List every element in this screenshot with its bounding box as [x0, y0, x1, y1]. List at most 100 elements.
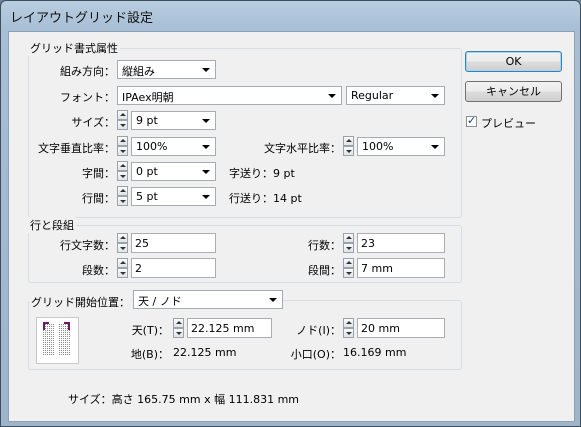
horizontal-ratio-spinner[interactable] [343, 136, 354, 156]
grid-attributes-label: グリッド書式属性 [28, 40, 120, 56]
chars-per-line-value: 25 [135, 237, 149, 250]
chevron-down-icon [202, 68, 210, 72]
lines-spinner[interactable] [343, 233, 354, 253]
char-pitch-info: 字送り：9 pt [229, 167, 295, 180]
top-value: 22.125 mm [191, 322, 255, 335]
chevron-down-icon [431, 145, 439, 149]
spin-up-icon[interactable] [343, 233, 354, 243]
columns-label: 段数： [82, 264, 115, 277]
font-value: IPAex明朝 [122, 91, 174, 104]
grid-start-value: 天 / ノド [138, 295, 182, 308]
chevron-down-icon [202, 119, 210, 123]
spin-down-icon[interactable] [117, 196, 128, 206]
font-select[interactable]: IPAex明朝 [117, 86, 342, 105]
font-style-select[interactable]: Regular [346, 86, 445, 105]
size-spinner[interactable] [117, 110, 128, 130]
font-label: フォント： [60, 91, 115, 104]
chevron-down-icon [328, 94, 336, 98]
spin-up-icon[interactable] [117, 161, 128, 171]
top-input[interactable]: 22.125 mm [187, 318, 272, 338]
spin-up-icon[interactable] [117, 233, 128, 243]
window-title: レイアウトグリッド設定 [10, 11, 154, 26]
lines-value: 23 [361, 237, 375, 250]
title-bar[interactable]: レイアウトグリッド設定 [1, 1, 580, 29]
outside-label: 小口(O)： [290, 348, 341, 361]
horizontal-ratio-value: 100% [362, 140, 394, 153]
spin-up-icon[interactable] [117, 258, 128, 268]
line-gap-label: 行間： [82, 192, 115, 205]
grid-preview-graphic [43, 322, 70, 356]
inside-label: ノド(I)： [296, 324, 341, 337]
spin-down-icon[interactable] [117, 120, 128, 130]
line-gap-value: 5 pt [136, 190, 158, 203]
cancel-button-label: キャンセル [486, 85, 541, 98]
chars-per-line-spinner[interactable] [117, 233, 128, 253]
spin-up-icon[interactable] [117, 110, 128, 120]
bottom-value: 22.125 mm [173, 346, 237, 359]
inside-spinner[interactable] [343, 318, 354, 338]
spin-down-icon[interactable] [343, 146, 354, 156]
vertical-ratio-label: 文字垂直比率： [38, 142, 115, 155]
lines-input[interactable]: 23 [357, 233, 445, 253]
size-label: サイズ： [71, 116, 115, 129]
line-gap-spinner[interactable] [117, 186, 128, 206]
grid-start-select[interactable]: 天 / ノド [133, 290, 283, 309]
vertical-ratio-select[interactable]: 100% [131, 137, 216, 156]
line-pitch-info: 行送り：14 pt [229, 192, 302, 205]
spin-down-icon[interactable] [117, 146, 128, 156]
top-spinner[interactable] [173, 318, 184, 338]
direction-select[interactable]: 縦組み [117, 60, 216, 79]
spin-down-icon[interactable] [173, 328, 184, 338]
preview-label[interactable]: プレビュー [481, 115, 536, 131]
spin-down-icon[interactable] [343, 328, 354, 338]
gutter-label: 段間： [308, 264, 341, 277]
spin-up-icon[interactable] [343, 318, 354, 328]
spin-down-icon[interactable] [117, 268, 128, 278]
horizontal-ratio-select[interactable]: 100% [357, 137, 445, 156]
spin-up-icon[interactable] [343, 136, 354, 146]
chevron-down-icon [202, 145, 210, 149]
spin-up-icon[interactable] [117, 136, 128, 146]
gutter-spinner[interactable] [343, 258, 354, 278]
dialog-client: グリッド書式属性 組み方向： 縦組み フォント： IPAex明朝 Regular… [8, 31, 575, 422]
gutter-value: 7 mm [361, 262, 393, 275]
chars-per-line-label: 行文字数： [60, 239, 115, 252]
inside-value: 20 mm [361, 322, 400, 335]
spin-down-icon[interactable] [117, 243, 128, 253]
spin-up-icon[interactable] [117, 186, 128, 196]
chevron-down-icon [202, 170, 210, 174]
columns-value: 2 [135, 262, 142, 275]
vertical-ratio-value: 100% [136, 140, 168, 153]
char-gap-spinner[interactable] [117, 161, 128, 181]
chevron-down-icon [202, 195, 210, 199]
outside-value: 16.169 mm [343, 346, 407, 359]
direction-value: 縦組み [122, 65, 155, 78]
page-preview-icon [36, 317, 79, 364]
line-gap-select[interactable]: 5 pt [131, 187, 216, 206]
ok-button-label: OK [505, 55, 522, 68]
chevron-down-icon [269, 298, 277, 302]
char-gap-label: 字間： [82, 167, 115, 180]
chars-per-line-input[interactable]: 25 [131, 233, 216, 253]
spin-down-icon[interactable] [343, 268, 354, 278]
chevron-down-icon [431, 94, 439, 98]
gutter-input[interactable]: 7 mm [357, 258, 445, 278]
spin-up-icon[interactable] [173, 318, 184, 328]
inside-input[interactable]: 20 mm [357, 318, 445, 338]
spin-down-icon[interactable] [343, 243, 354, 253]
cancel-button[interactable]: キャンセル [465, 81, 562, 102]
dialog-window: レイアウトグリッド設定 グリッド書式属性 組み方向： 縦組み フォント： IPA… [0, 0, 581, 427]
direction-label: 組み方向： [60, 65, 115, 78]
columns-input[interactable]: 2 [131, 258, 216, 278]
size-select[interactable]: 9 pt [131, 111, 216, 130]
bottom-label: 地(B)： [130, 348, 169, 361]
lines-columns-label: 行と段組 [28, 217, 76, 233]
size-summary: サイズ：高さ 165.75 mm x 幅 111.831 mm [68, 393, 299, 406]
ok-button[interactable]: OK [465, 51, 562, 72]
spin-down-icon[interactable] [117, 171, 128, 181]
char-gap-select[interactable]: 0 pt [131, 162, 216, 181]
columns-spinner[interactable] [117, 258, 128, 278]
spin-up-icon[interactable] [343, 258, 354, 268]
vertical-ratio-spinner[interactable] [117, 136, 128, 156]
preview-checkbox[interactable] [466, 114, 477, 127]
